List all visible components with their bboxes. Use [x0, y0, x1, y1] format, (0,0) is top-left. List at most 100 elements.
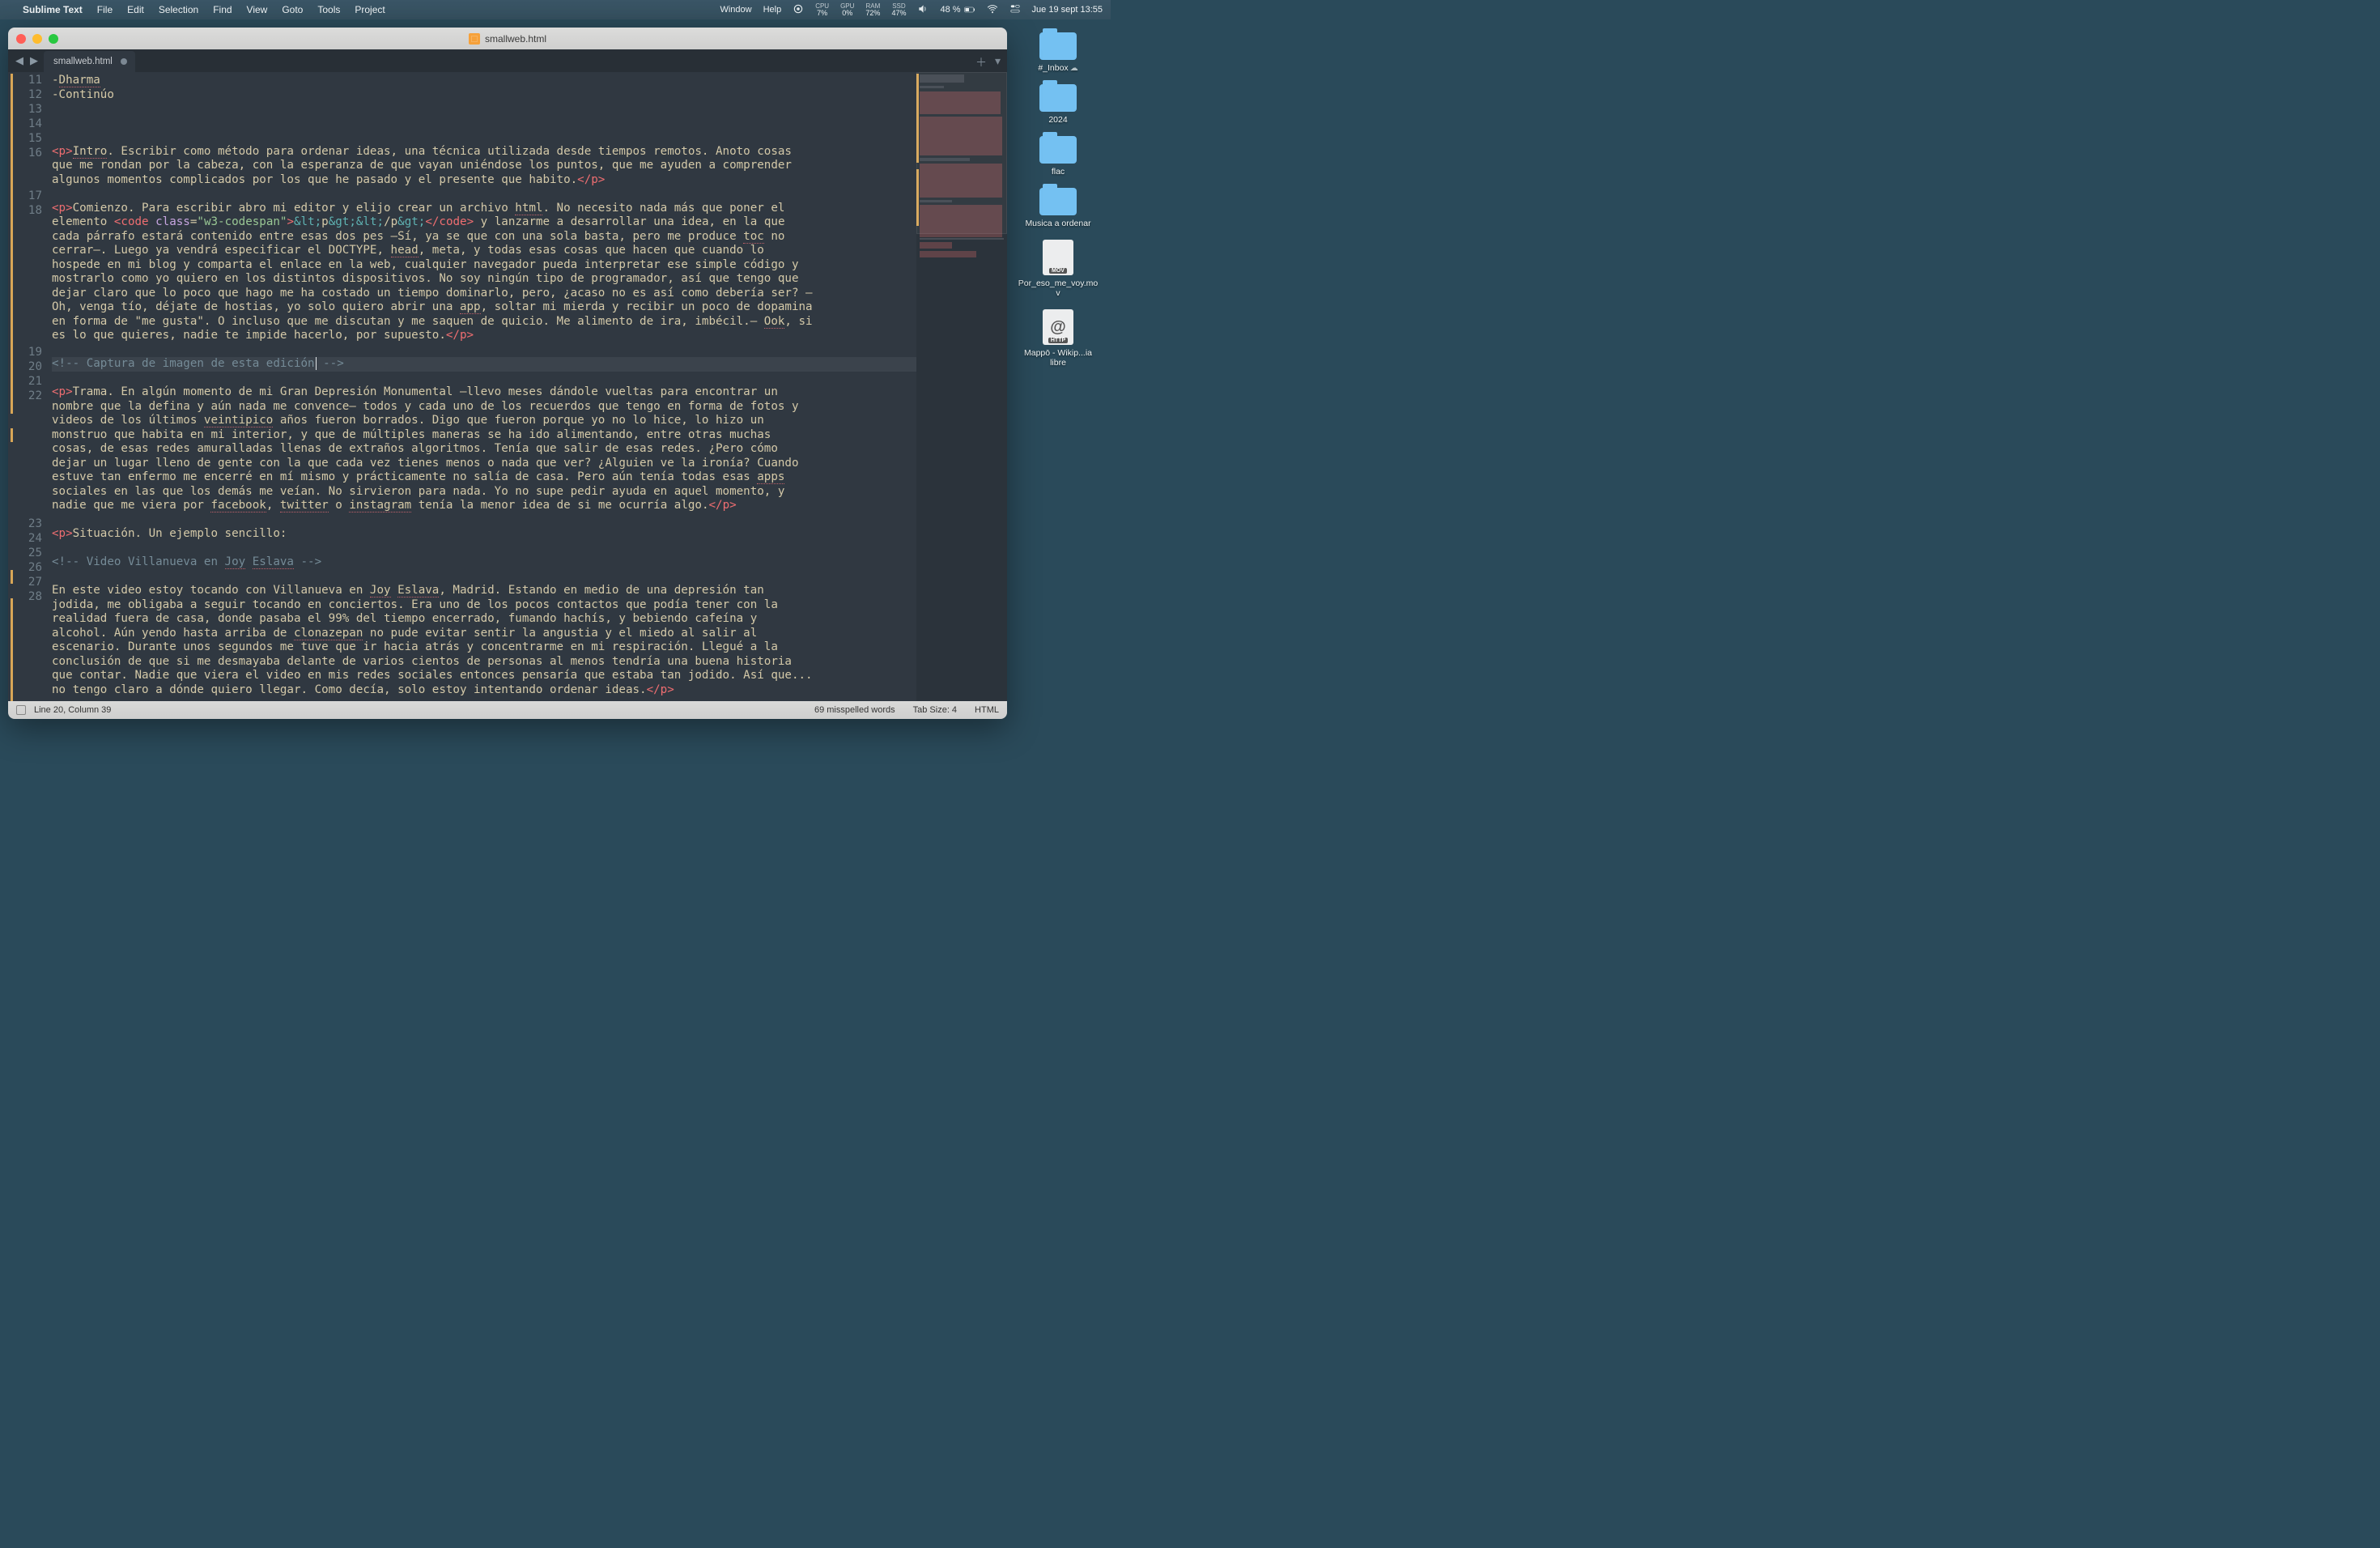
window-titlebar[interactable]: smallweb.html	[8, 28, 1007, 49]
cpu-indicator[interactable]: CPU 7%	[815, 2, 829, 17]
webloc-file-icon	[1043, 309, 1073, 345]
desktop-file-mov[interactable]: Por_eso_me_voy.mov	[1018, 240, 1099, 298]
line-number: 28	[8, 590, 42, 701]
line-number: 17	[8, 189, 42, 204]
code-line[interactable]: <!-- Video Villanueva en Joy Eslava -->	[52, 555, 916, 570]
record-icon[interactable]	[793, 3, 804, 17]
minimap-viewport[interactable]	[916, 72, 1007, 234]
line-number: 24	[8, 532, 42, 546]
code-line[interactable]: <p>Intro. Escribir como método para orde…	[52, 145, 916, 188]
menu-file[interactable]: File	[97, 4, 113, 15]
sublime-window: smallweb.html ◀ ▶ smallweb.html ＋ ▾ 1112…	[8, 28, 1007, 719]
new-tab-button[interactable]: ＋	[975, 54, 987, 70]
code-line[interactable]: <p>Comienzo. Para escribir abro mi edito…	[52, 202, 916, 343]
tab-dropdown-icon[interactable]: ▾	[995, 54, 1001, 70]
code-line[interactable]	[52, 372, 916, 386]
menu-selection[interactable]: Selection	[159, 4, 198, 15]
menubar-right: Window Help CPU 7% GPU 0% RAM 72% SSD 47…	[720, 2, 1103, 17]
nav-forward-icon[interactable]: ▶	[28, 54, 40, 67]
nav-back-icon[interactable]: ◀	[13, 54, 26, 67]
macos-menubar: Sublime Text File Edit Selection Find Vi…	[0, 0, 1111, 19]
code-line[interactable]	[52, 513, 916, 528]
minimize-button[interactable]	[32, 34, 42, 44]
menu-help[interactable]: Help	[763, 5, 782, 15]
app-name[interactable]: Sublime Text	[23, 4, 83, 15]
traffic-lights	[16, 34, 58, 44]
sidebar-toggle-icon[interactable]	[16, 705, 26, 715]
line-number: 15	[8, 132, 42, 147]
folder-icon	[1039, 84, 1077, 112]
line-number: 25	[8, 546, 42, 561]
menu-goto[interactable]: Goto	[282, 4, 303, 15]
desktop-folder-musica[interactable]: Musica a ordenar	[1025, 188, 1090, 228]
menubar-left: Sublime Text File Edit Selection Find Vi…	[8, 4, 385, 15]
line-number: 26	[8, 561, 42, 576]
desktop-folder-2024[interactable]: 2024	[1039, 84, 1077, 125]
close-button[interactable]	[16, 34, 26, 44]
code-line[interactable]: <!-- Captura de imagen de esta edición -…	[52, 357, 916, 372]
folder-icon	[1039, 136, 1077, 164]
code-line[interactable]	[52, 117, 916, 131]
line-number: 20	[8, 360, 42, 375]
menu-view[interactable]: View	[247, 4, 268, 15]
battery-indicator[interactable]: 48 %	[940, 4, 975, 15]
code-line[interactable]	[52, 570, 916, 585]
gpu-indicator[interactable]: GPU 0%	[840, 2, 854, 17]
code-line[interactable]: <p>Situación. Un ejemplo sencillo:	[52, 527, 916, 542]
mov-file-icon	[1043, 240, 1073, 275]
code-line[interactable]	[52, 130, 916, 145]
line-number: 13	[8, 103, 42, 117]
line-number: 18	[8, 204, 42, 346]
menu-find[interactable]: Find	[213, 4, 232, 15]
tab-size[interactable]: Tab Size: 4	[913, 705, 957, 715]
clock[interactable]: Jue 19 sept 13:55	[1032, 5, 1103, 15]
desktop-icons: #_Inbox☁︎ 2024 flac Musica a ordenar Por…	[1014, 32, 1103, 368]
line-number: 19	[8, 346, 42, 360]
status-bar: Line 20, Column 39 69 misspelled words T…	[8, 701, 1007, 719]
line-number: 16	[8, 147, 42, 189]
maximize-button[interactable]	[49, 34, 58, 44]
code-line[interactable]	[52, 102, 916, 117]
cursor-position[interactable]: Line 20, Column 39	[34, 705, 111, 715]
line-number-gutter[interactable]: 111213141516171819202122232425262728	[8, 72, 50, 701]
code-line[interactable]	[52, 542, 916, 556]
code-line[interactable]	[52, 187, 916, 202]
line-number: 22	[8, 389, 42, 517]
desktop-file-webloc[interactable]: Mappō - Wikip...ia libre	[1018, 309, 1099, 368]
spellcheck-status[interactable]: 69 misspelled words	[814, 705, 895, 715]
line-number: 21	[8, 375, 42, 389]
html-file-icon	[469, 33, 480, 45]
minimap[interactable]	[916, 72, 1007, 701]
sound-icon[interactable]	[917, 3, 929, 17]
dirty-indicator-icon	[121, 58, 127, 65]
desktop-folder-flac[interactable]: flac	[1039, 136, 1077, 176]
editor-area: 111213141516171819202122232425262728 -Dh…	[8, 72, 1007, 701]
code-editor[interactable]: -Dharma-Continúo <p>Intro. Escribir como…	[50, 72, 916, 701]
tab-history-nav: ◀ ▶	[13, 49, 44, 72]
folder-icon	[1039, 32, 1077, 60]
menu-tools[interactable]: Tools	[317, 4, 340, 15]
folder-icon	[1039, 188, 1077, 215]
menu-window[interactable]: Window	[720, 5, 751, 15]
ssd-indicator[interactable]: SSD 47%	[891, 2, 906, 17]
code-line[interactable]: -Continúo	[52, 88, 916, 103]
code-line[interactable]: -Dharma	[52, 74, 916, 88]
code-line[interactable]: <p>Trama. En algún momento de mi Gran De…	[52, 385, 916, 513]
control-center-icon[interactable]	[1009, 3, 1021, 17]
ram-indicator[interactable]: RAM 72%	[865, 2, 880, 17]
tab-smallweb[interactable]: smallweb.html	[44, 51, 135, 72]
code-line[interactable]: En este video estoy tocando con Villanue…	[52, 584, 916, 697]
line-number: 14	[8, 117, 42, 132]
menu-edit[interactable]: Edit	[127, 4, 144, 15]
line-number: 12	[8, 88, 42, 103]
desktop-folder-inbox[interactable]: #_Inbox☁︎	[1038, 32, 1077, 73]
window-title: smallweb.html	[469, 33, 546, 45]
line-number: 11	[8, 74, 42, 88]
line-number: 27	[8, 576, 42, 590]
code-line[interactable]	[52, 343, 916, 358]
wifi-icon[interactable]	[987, 3, 998, 17]
line-number: 23	[8, 517, 42, 532]
cloud-icon: ☁︎	[1070, 64, 1078, 73]
syntax-mode[interactable]: HTML	[975, 705, 999, 715]
menu-project[interactable]: Project	[355, 4, 385, 15]
